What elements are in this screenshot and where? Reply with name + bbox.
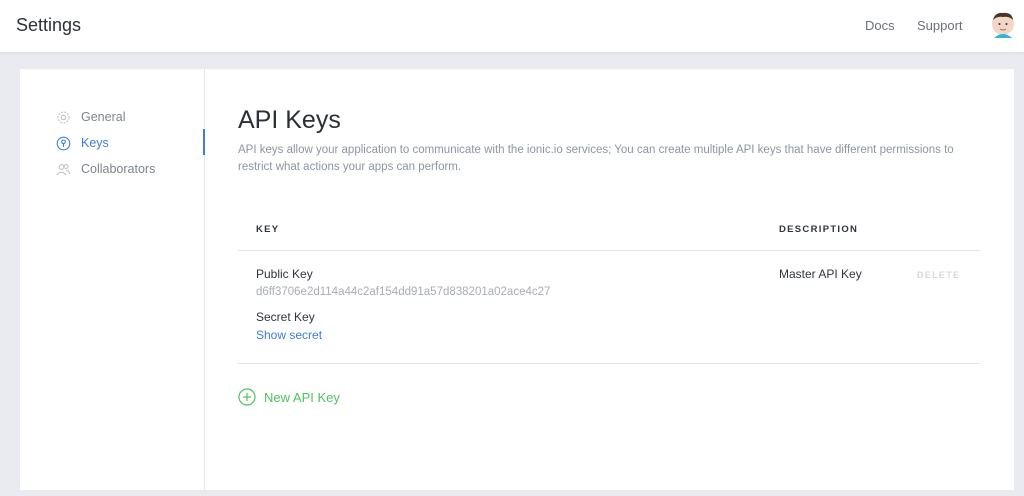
public-key-value[interactable]: d6ff3706e2d114a44c2af154dd91a57d838201a0… bbox=[256, 286, 550, 298]
support-link[interactable]: Support bbox=[917, 18, 963, 33]
secret-key-label: Secret Key bbox=[256, 310, 315, 324]
public-key-label: Public Key bbox=[256, 267, 313, 281]
column-header-key: KEY bbox=[256, 224, 280, 235]
new-api-key-button[interactable]: New API Key bbox=[238, 388, 340, 406]
page-title: API Keys bbox=[238, 106, 341, 134]
gear-icon bbox=[56, 110, 71, 125]
settings-card: General Keys Collaborators API Keys API … bbox=[20, 69, 1014, 490]
key-description: Master API Key bbox=[779, 267, 862, 281]
avatar[interactable] bbox=[991, 12, 1015, 38]
main-content: API Keys API keys allow your application… bbox=[238, 69, 980, 490]
key-icon bbox=[56, 136, 71, 151]
app-title: Settings bbox=[16, 15, 82, 35]
top-bar: Settings Docs Support bbox=[0, 0, 1024, 52]
sidebar-item-label: Collaborators bbox=[81, 162, 156, 176]
plus-circle-icon bbox=[238, 388, 256, 406]
new-api-key-label: New API Key bbox=[264, 389, 340, 405]
sidebar: General Keys Collaborators bbox=[20, 69, 205, 490]
sidebar-item-label: Keys bbox=[81, 136, 109, 150]
delete-button[interactable]: DELETE bbox=[917, 270, 960, 280]
sidebar-item-label: General bbox=[81, 110, 126, 124]
sidebar-item-general[interactable]: General bbox=[56, 108, 125, 126]
sidebar-item-keys[interactable]: Keys bbox=[56, 134, 109, 152]
active-nav-indicator bbox=[203, 129, 205, 155]
column-header-description: DESCRIPTION bbox=[779, 224, 859, 235]
docs-link[interactable]: Docs bbox=[865, 18, 895, 33]
header-divider bbox=[238, 250, 980, 251]
users-icon bbox=[56, 162, 71, 177]
row-divider bbox=[238, 363, 980, 364]
page-description: API keys allow your application to commu… bbox=[238, 144, 954, 173]
sidebar-item-collaborators[interactable]: Collaborators bbox=[56, 160, 155, 178]
show-secret-link[interactable]: Show secret bbox=[256, 328, 322, 342]
